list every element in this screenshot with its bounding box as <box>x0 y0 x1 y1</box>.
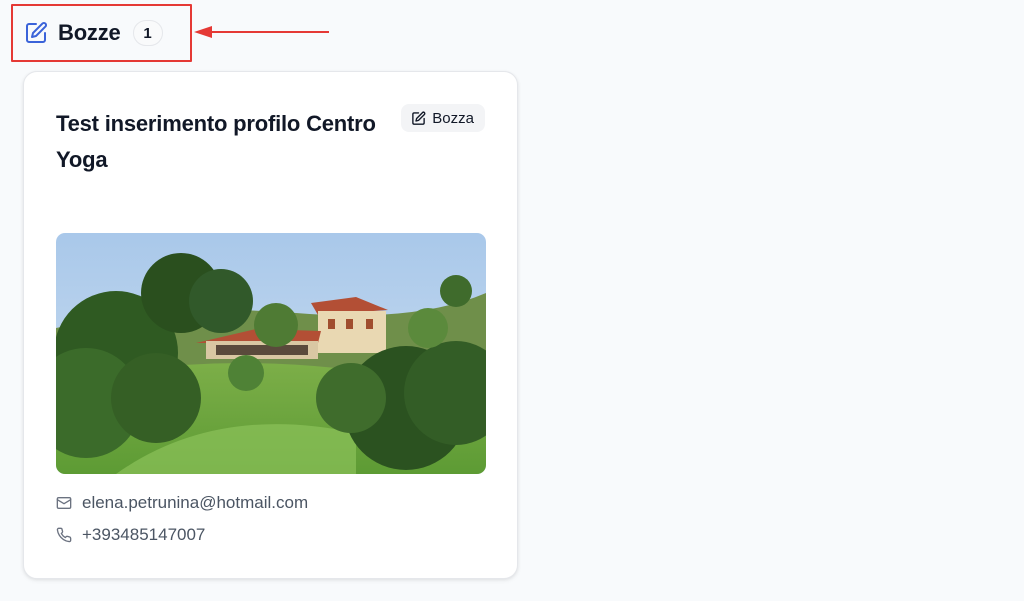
phone-icon <box>56 527 72 543</box>
status-badge: Bozza <box>401 104 485 132</box>
status-label: Bozza <box>432 109 474 127</box>
annotation-arrow-icon <box>194 26 329 38</box>
card-title[interactable]: Test inserimento profilo Centro Yoga <box>56 106 396 178</box>
draft-card[interactable]: Test inserimento profilo Centro Yoga Boz… <box>23 71 518 579</box>
drafts-page: Bozze 1 Test inserimento profilo Centro … <box>0 0 1024 601</box>
email-text[interactable]: elena.petrunina@hotmail.com <box>82 493 308 513</box>
edit-icon <box>411 111 426 126</box>
phone-text[interactable]: +393485147007 <box>82 525 205 545</box>
profile-image[interactable] <box>56 233 486 474</box>
contact-email[interactable]: elena.petrunina@hotmail.com <box>56 493 308 513</box>
mail-icon <box>56 495 72 511</box>
annotation-highlight-box <box>11 4 192 62</box>
contact-phone[interactable]: +393485147007 <box>56 525 205 545</box>
